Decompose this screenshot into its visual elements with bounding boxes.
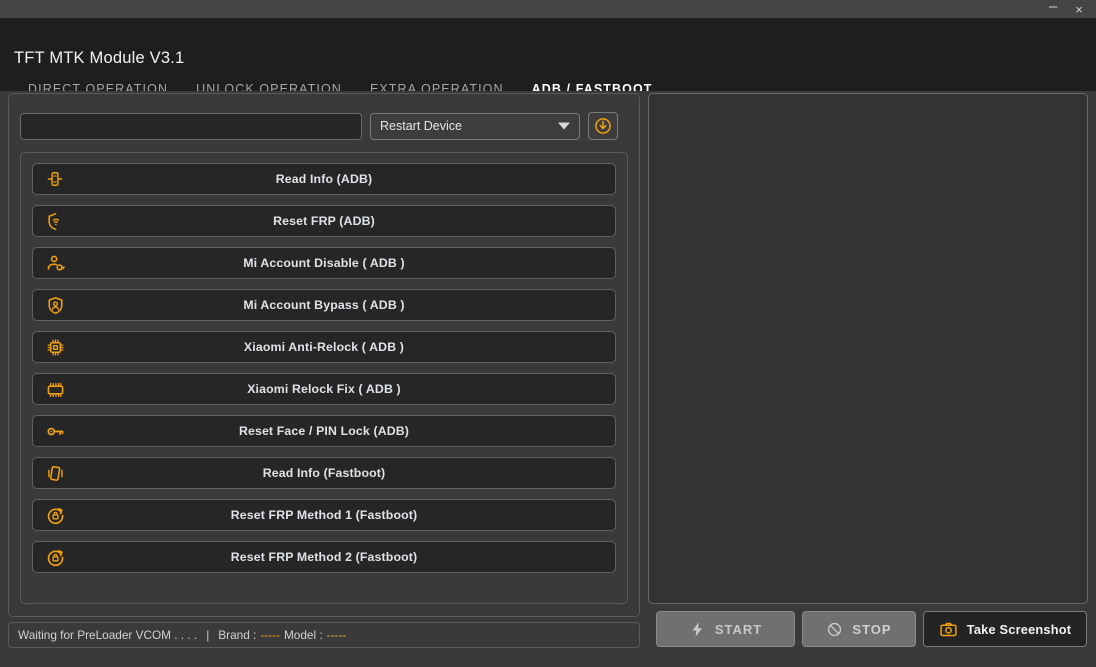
- phone-rotate-icon: [44, 462, 66, 484]
- op-xiaomi-relock-fix-adb[interactable]: Xiaomi Relock Fix ( ADB ): [32, 373, 616, 405]
- take-screenshot-button[interactable]: Take Screenshot: [923, 611, 1087, 647]
- chip-dashed-icon: [44, 336, 66, 358]
- op-label: Read Info (Fastboot): [262, 466, 386, 480]
- op-reset-frp-method-2-fastboot[interactable]: Reset FRP Method 2 (Fastboot): [32, 541, 616, 573]
- run-command-button[interactable]: [588, 112, 618, 140]
- start-button[interactable]: START: [656, 611, 795, 647]
- op-label: Reset FRP Method 1 (Fastboot): [230, 508, 418, 522]
- close-button[interactable]: ×: [1066, 0, 1092, 18]
- status-brand-value: -----: [260, 628, 280, 642]
- status-message: Waiting for PreLoader VCOM . . . .: [18, 628, 198, 642]
- minimize-icon: –: [1048, 0, 1058, 15]
- op-read-info-fastboot[interactable]: Read Info (Fastboot): [32, 457, 616, 489]
- lock-refresh-icon: [44, 504, 66, 526]
- power-download-icon: [595, 118, 611, 134]
- shield-wifi-icon: [44, 210, 66, 232]
- user-key-icon: [44, 252, 66, 274]
- op-label: Mi Account Disable ( ADB ): [243, 256, 405, 270]
- op-mi-account-bypass-adb[interactable]: Mi Account Bypass ( ADB ): [32, 289, 616, 321]
- status-model-label: Model :: [283, 628, 323, 642]
- op-label: Reset FRP (ADB): [273, 214, 375, 228]
- op-label: Reset Face / PIN Lock (ADB): [238, 424, 410, 438]
- toolbar-row: Restart Device: [20, 112, 618, 140]
- op-label: Xiaomi Anti-Relock ( ADB ): [243, 340, 405, 354]
- lock-refresh-icon: [44, 546, 66, 568]
- status-brand-label: Brand :: [218, 628, 257, 642]
- left-panel: Restart Device Read Info (ADB) Reset FRP…: [8, 93, 640, 617]
- start-label: START: [714, 621, 763, 637]
- status-bar: Waiting for PreLoader VCOM . . . . | Bra…: [8, 622, 640, 648]
- chevron-down-icon: [558, 122, 570, 130]
- restart-mode-select[interactable]: Restart Device: [370, 112, 580, 140]
- no-entry-icon: [826, 621, 843, 638]
- status-model-value: -----: [326, 628, 347, 642]
- stop-label: STOP: [852, 621, 892, 637]
- page-title: TFT MTK Module V3.1: [14, 49, 185, 67]
- op-label: Mi Account Bypass ( ADB ): [243, 298, 405, 312]
- close-icon: ×: [1075, 1, 1083, 17]
- op-label: Xiaomi Relock Fix ( ADB ): [247, 382, 401, 396]
- op-reset-frp-adb[interactable]: Reset FRP (ADB): [32, 205, 616, 237]
- op-reset-frp-method-1-fastboot[interactable]: Reset FRP Method 1 (Fastboot): [32, 499, 616, 531]
- op-label: Reset FRP Method 2 (Fastboot): [230, 550, 418, 564]
- device-detect-icon: [44, 168, 66, 190]
- shield-user-icon: [44, 294, 66, 316]
- key-icon: [44, 420, 66, 442]
- op-label: Read Info (ADB): [275, 172, 373, 186]
- chip-icon: [44, 378, 66, 400]
- restart-mode-label: Restart Device: [380, 119, 462, 133]
- app-header: TFT MTK Module V3.1 DIRECT OPERATION UNL…: [0, 18, 1096, 107]
- command-input[interactable]: [20, 112, 362, 140]
- stop-button[interactable]: STOP: [802, 611, 916, 647]
- log-panel[interactable]: [648, 93, 1088, 604]
- op-reset-face-pin-lock-adb[interactable]: Reset Face / PIN Lock (ADB): [32, 415, 616, 447]
- op-xiaomi-anti-relock-adb[interactable]: Xiaomi Anti-Relock ( ADB ): [32, 331, 616, 363]
- bolt-icon: [689, 621, 706, 638]
- op-read-info-adb[interactable]: Read Info (ADB): [32, 163, 616, 195]
- minimize-button[interactable]: –: [1040, 0, 1066, 18]
- op-mi-account-disable-adb[interactable]: Mi Account Disable ( ADB ): [32, 247, 616, 279]
- title-bar: – ×: [0, 0, 1096, 18]
- take-screenshot-label: Take Screenshot: [966, 621, 1072, 637]
- operations-list: Read Info (ADB) Reset FRP (ADB) Mi Accou…: [20, 152, 628, 604]
- camera-icon: [939, 620, 958, 639]
- action-bar: START STOP Take Screenshot: [656, 611, 1088, 647]
- main-body: Restart Device Read Info (ADB) Reset FRP…: [0, 91, 1096, 667]
- status-separator: |: [206, 628, 210, 642]
